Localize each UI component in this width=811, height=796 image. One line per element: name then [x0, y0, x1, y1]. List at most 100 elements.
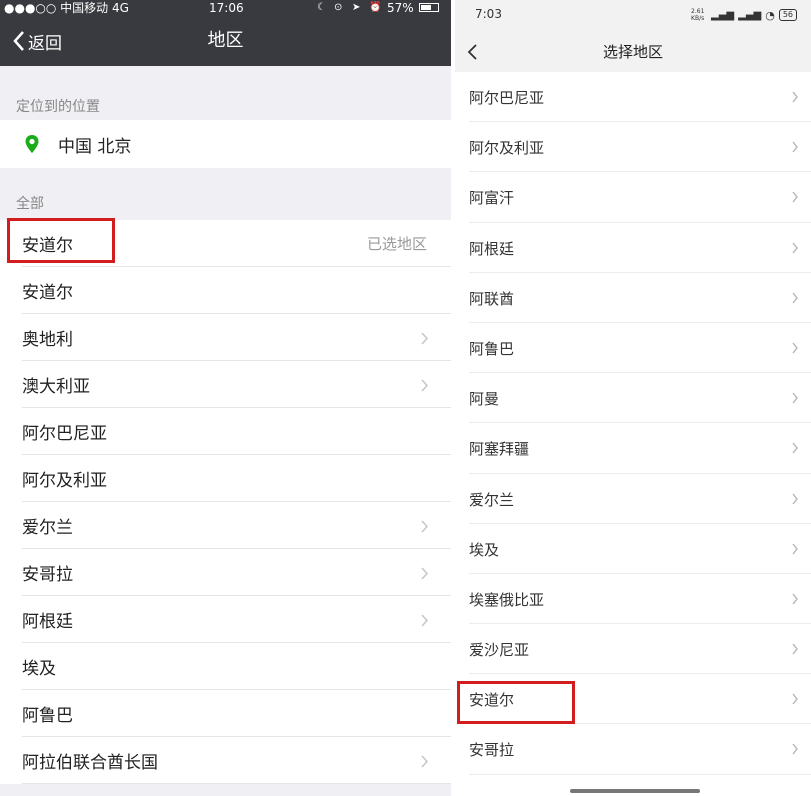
list-item[interactable]: 埃及 [0, 643, 451, 690]
chevron-right-icon [792, 242, 798, 253]
region-name: 阿曼 [469, 390, 500, 409]
region-name: 爱尔兰 [22, 518, 73, 538]
region-name: 爱尔兰 [469, 490, 515, 509]
region-list: 阿尔巴尼亚阿尔及利亚阿富汗阿根廷阿联酋阿鲁巴阿曼阿塞拜疆爱尔兰埃及埃塞俄比亚爱沙… [455, 72, 811, 775]
chevron-right-icon [421, 379, 429, 392]
status-icons: 2.61 KB/s ▂▄▆ ▂▄▆ ◔ 56 [691, 8, 797, 22]
list-item[interactable]: 阿富汗 [455, 172, 811, 223]
list-item[interactable]: 澳大利亚 [0, 361, 451, 408]
list-item[interactable]: 阿尔及利亚 [455, 122, 811, 173]
list-item[interactable]: 阿尔巴尼亚 [455, 72, 811, 123]
chevron-right-icon [792, 693, 798, 705]
region-name: 阿拉伯联合酋长国 [22, 753, 158, 773]
highlight-box [457, 681, 575, 724]
list-item[interactable]: 奥地利 [0, 314, 451, 361]
location-value: 中国 北京 [58, 136, 132, 157]
navigation-bar: 选择地区 [455, 32, 811, 72]
location-pin-icon [25, 135, 39, 153]
chevron-right-icon [792, 392, 798, 404]
chevron-right-icon [792, 442, 798, 454]
chevron-right-icon [421, 755, 429, 768]
network-speed: 2.61 KB/s [691, 8, 705, 22]
chevron-right-icon [792, 191, 798, 203]
location-arrow-icon: ➤ [352, 2, 361, 13]
region-name: 阿联酋 [469, 289, 515, 308]
list-item[interactable]: 安哥拉 [0, 549, 451, 596]
region-name: 埃及 [469, 540, 500, 559]
chevron-right-icon [792, 342, 798, 354]
list-item[interactable]: 爱尔兰 [0, 502, 451, 549]
region-name: 安道尔 [22, 283, 73, 303]
region-name: 阿尔巴尼亚 [469, 89, 545, 107]
chevron-right-icon [792, 141, 798, 153]
chevron-right-icon [792, 91, 798, 103]
region-name: 奥地利 [22, 330, 73, 350]
list-item[interactable]: 阿根廷 [455, 222, 811, 273]
region-name: 阿鲁巴 [469, 339, 515, 358]
battery-percent: 57% [387, 1, 414, 15]
region-name: 阿尔巴尼亚 [22, 424, 107, 444]
chevron-right-icon [792, 493, 798, 504]
list-item[interactable]: 阿根廷 [0, 596, 451, 643]
region-name: 阿富汗 [469, 189, 515, 208]
chevron-right-icon [421, 520, 429, 533]
region-name: 埃塞俄比亚 [469, 590, 545, 609]
wifi-icon: ◔ [765, 8, 775, 22]
region-name: 阿尔及利亚 [469, 139, 545, 158]
list-item[interactable]: 阿曼 [455, 373, 811, 424]
network-label: 4G [112, 1, 129, 15]
battery-icon [419, 3, 439, 12]
navigation-bar: 返回 地区 [0, 16, 451, 66]
battery-icon: 56 [778, 9, 797, 21]
status-bar: ●●●○○ 中国移动 4G 17:06 ☾ ⊙ ➤ ⏰ 57% [0, 0, 451, 16]
clock: 17:06 [209, 1, 244, 15]
carrier-label: ●●●○○ 中国移动 [4, 1, 109, 15]
region-name: 阿根廷 [469, 239, 515, 258]
row-divider [469, 773, 811, 775]
list-item[interactable]: 埃塞俄比亚 [455, 573, 811, 625]
region-name: 爱沙尼亚 [469, 641, 530, 660]
list-item[interactable]: 阿联酋 [455, 272, 811, 323]
current-location-row[interactable]: 中国 北京 [0, 120, 451, 168]
home-indicator[interactable] [570, 789, 700, 793]
orientation-lock-icon: ⊙ [334, 2, 343, 13]
region-name: 阿根廷 [22, 612, 73, 632]
row-divider [22, 783, 451, 784]
list-item[interactable]: 阿塞拜疆 [455, 423, 811, 474]
list-item[interactable]: 阿拉伯联合酋长国 [0, 737, 451, 784]
list-item[interactable]: 爱尔兰 [455, 473, 811, 524]
location-section-header: 定位到的位置 [16, 99, 100, 115]
android-region-screen: 7:03 2.61 KB/s ▂▄▆ ▂▄▆ ◔ 56 选择地区 阿尔巴尼亚 阿尔… [455, 0, 811, 796]
region-name: 安哥拉 [22, 565, 73, 585]
status-bar: 7:03 2.61 KB/s ▂▄▆ ▂▄▆ ◔ 56 [455, 0, 811, 32]
list-item[interactable]: 爱沙尼亚 [455, 624, 811, 675]
list-item[interactable]: 埃及 [455, 523, 811, 574]
ios-region-screen: ●●●○○ 中国移动 4G 17:06 ☾ ⊙ ➤ ⏰ 57% 返回 地区 定位… [0, 0, 451, 796]
selected-region-label: 已选地区 [366, 235, 427, 253]
region-name: 埃及 [22, 659, 56, 679]
chevron-right-icon [792, 643, 798, 655]
moon-icon: ☾ [317, 2, 326, 13]
chevron-right-icon [421, 567, 429, 580]
list-item[interactable]: 阿鲁巴 [0, 690, 451, 737]
highlight-box [7, 218, 115, 263]
signal-icon: ▂▄▆ [711, 9, 735, 21]
region-name: 澳大利亚 [22, 377, 90, 397]
list-item[interactable]: 安哥拉 [455, 724, 811, 775]
region-name: 阿塞拜疆 [469, 440, 530, 459]
all-section-header: 全部 [16, 196, 44, 212]
page-title: 地区 [207, 30, 244, 51]
list-item[interactable]: 阿尔及利亚 [0, 455, 451, 502]
region-name: 阿鲁巴 [22, 706, 73, 726]
region-name: 安哥拉 [469, 741, 515, 760]
chevron-right-icon [421, 332, 429, 345]
chevron-right-icon [792, 292, 798, 304]
region-name: 阿尔及利亚 [22, 471, 107, 491]
chevron-right-icon [421, 614, 429, 627]
list-item[interactable]: 安道尔 [0, 267, 451, 314]
chevron-right-icon [792, 543, 798, 555]
list-item[interactable]: 阿尔巴尼亚 [0, 408, 451, 455]
region-list: 安道尔 已选地区 安道尔 奥地利 澳大利亚 阿尔巴尼亚 阿尔及利亚 爱尔兰 安哥拉 阿根廷 埃及 阿鲁… [0, 220, 451, 784]
list-item[interactable]: 阿鲁巴 [455, 322, 811, 374]
signal-icon-2: ▂▄▆ [738, 9, 762, 21]
